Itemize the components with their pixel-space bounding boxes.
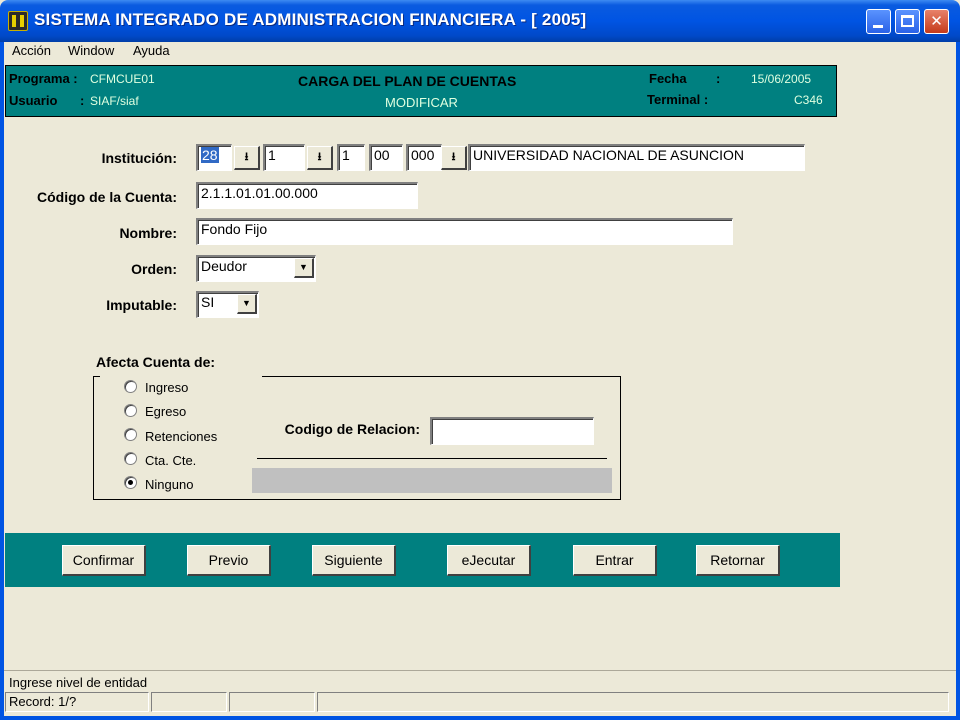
imputable-label: Imputable:: [106, 297, 177, 313]
terminal-label: Terminal :: [647, 92, 709, 107]
radio-cta-cte-label[interactable]: Cta. Cte.: [145, 453, 196, 468]
radio-ingreso-label[interactable]: Ingreso: [145, 380, 188, 395]
orden-dropdown-button[interactable]: ▼: [294, 258, 314, 278]
confirmar-button[interactable]: Confirmar: [62, 545, 146, 576]
fecha-value: 15/06/2005: [751, 72, 812, 86]
close-button[interactable]: ✕: [924, 9, 949, 34]
institucion-lov-3-button[interactable]: ⭳: [441, 146, 467, 170]
divider: [257, 458, 607, 459]
status-record: Record: 1/?: [9, 694, 77, 709]
entrar-button[interactable]: Entrar: [573, 545, 657, 576]
institucion-field-1[interactable]: 28: [196, 144, 232, 171]
programa-value: CFMCUE01: [90, 72, 155, 86]
nombre-label: Nombre:: [119, 225, 177, 241]
fecha-label: Fecha: [649, 71, 687, 86]
status-message: Ingrese nivel de entidad: [9, 675, 148, 690]
afecta-group-label: Afecta Cuenta de:: [96, 354, 216, 370]
page-title: CARGA DEL PLAN DE CUENTAS: [298, 73, 517, 89]
nombre-field[interactable]: Fondo Fijo: [196, 218, 733, 245]
mode-label: MODIFICAR: [385, 95, 458, 110]
arrow-down-icon: ⭳: [317, 151, 322, 163]
radio-retenciones-label[interactable]: Retenciones: [145, 429, 217, 444]
codigo-field[interactable]: 2.1.1.01.01.00.000: [196, 182, 418, 209]
window-title: SISTEMA INTEGRADO DE ADMINISTRACION FINA…: [34, 10, 587, 29]
institucion-field-5[interactable]: 000: [406, 144, 442, 171]
menu-accion[interactable]: Acción: [12, 43, 51, 58]
radio-cta-cte[interactable]: [124, 452, 137, 465]
maximize-icon: [901, 15, 914, 27]
retornar-button[interactable]: Retornar: [696, 545, 780, 576]
status-cell-2: [151, 692, 227, 712]
imputable-dropdown-button[interactable]: ▼: [237, 294, 257, 314]
institucion-field-2[interactable]: 1: [263, 144, 305, 171]
menu-ayuda[interactable]: Ayuda: [133, 43, 170, 58]
institucion-lov-2-button[interactable]: ⭳: [307, 146, 333, 170]
radio-selected-dot: [128, 480, 133, 485]
relacion-field[interactable]: [430, 417, 594, 445]
status-cell-3: [229, 692, 315, 712]
siguiente-button[interactable]: Siguiente: [312, 545, 396, 576]
radio-egreso-label[interactable]: Egreso: [145, 404, 186, 419]
usuario-separator: :: [80, 93, 85, 108]
institucion-name-field[interactable]: UNIVERSIDAD NACIONAL DE ASUNCION: [468, 144, 805, 171]
radio-egreso[interactable]: [124, 404, 137, 417]
institucion-label: Institución:: [101, 150, 177, 166]
radio-ninguno[interactable]: [124, 476, 137, 489]
chevron-down-icon: ▼: [242, 298, 251, 308]
menu-window[interactable]: Window: [68, 43, 114, 58]
codigo-label: Código de la Cuenta:: [37, 189, 177, 205]
close-icon: ✕: [930, 13, 943, 30]
orden-label: Orden:: [131, 261, 177, 277]
chevron-down-icon: ▼: [299, 262, 308, 272]
maximize-button[interactable]: [895, 9, 920, 34]
minimize-button[interactable]: [866, 9, 891, 34]
programa-label: Programa :: [9, 71, 78, 86]
arrow-down-icon: ⭳: [451, 151, 456, 163]
relacion-description-bar: [252, 468, 612, 493]
usuario-value: SIAF/siaf: [90, 94, 139, 108]
terminal-value: C346: [794, 93, 823, 107]
ejecutar-button[interactable]: eJecutar: [447, 545, 531, 576]
status-cell-4: [317, 692, 949, 712]
radio-retenciones[interactable]: [124, 428, 137, 441]
arrow-down-icon: ⭳: [244, 151, 249, 163]
minimize-icon: [873, 25, 883, 28]
radio-ingreso[interactable]: [124, 380, 137, 393]
institucion-field-3[interactable]: 1: [337, 144, 365, 171]
institucion-field-4[interactable]: 00: [369, 144, 403, 171]
app-icon[interactable]: [8, 11, 28, 31]
fecha-separator: :: [716, 71, 721, 86]
institucion-lov-1-button[interactable]: ⭳: [234, 146, 260, 170]
previo-button[interactable]: Previo: [187, 545, 271, 576]
usuario-label: Usuario: [9, 93, 58, 108]
radio-ninguno-label[interactable]: Ninguno: [145, 477, 193, 492]
relacion-label: Codigo de Relacion:: [284, 421, 420, 437]
